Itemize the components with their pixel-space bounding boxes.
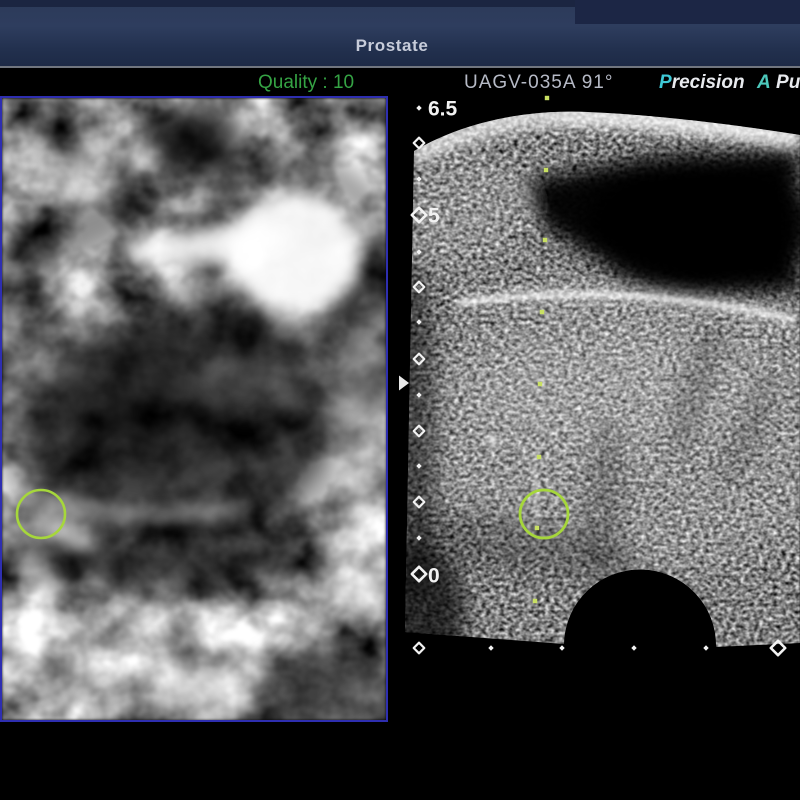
needle-dot [533,599,537,603]
title-bar: Prostate [0,0,800,66]
needle-dot [538,382,542,386]
depth-label: 5 [428,205,440,228]
title-bar-right-block [575,0,800,24]
mode-label: A Pu [757,70,800,96]
quality-label: Quality : 10 [258,70,354,96]
ultrasound-fan [398,95,800,660]
screen: { "header": { "title": "Prostate" }, "st… [0,0,800,800]
status-bar: Quality : 10 UAGV-035A 91° Precision A P… [0,68,800,96]
needle-dot [535,526,539,530]
needle-dot [540,310,544,314]
needle-dot [544,168,548,172]
mode-initial: A [757,72,771,93]
precision-initial: P [659,72,672,93]
mri-panel[interactable] [0,96,388,722]
depth-label: 6.5 [428,98,458,121]
precision-label: Precision [659,70,745,96]
mode-rest: Pu [776,72,800,93]
needle-dot [537,455,541,459]
transducer-label: UAGV-035A 91° [464,70,613,96]
precision-rest: recision [672,72,745,93]
page-title: Prostate [0,36,784,56]
depth-label: 0 [428,565,440,588]
mri-image[interactable] [2,98,386,720]
needle-dot [545,96,549,100]
ultrasound-image[interactable]: 6.5 5 0 [398,95,800,660]
ultrasound-panel[interactable]: 6.5 5 0 [398,95,800,660]
needle-dot [543,238,547,242]
